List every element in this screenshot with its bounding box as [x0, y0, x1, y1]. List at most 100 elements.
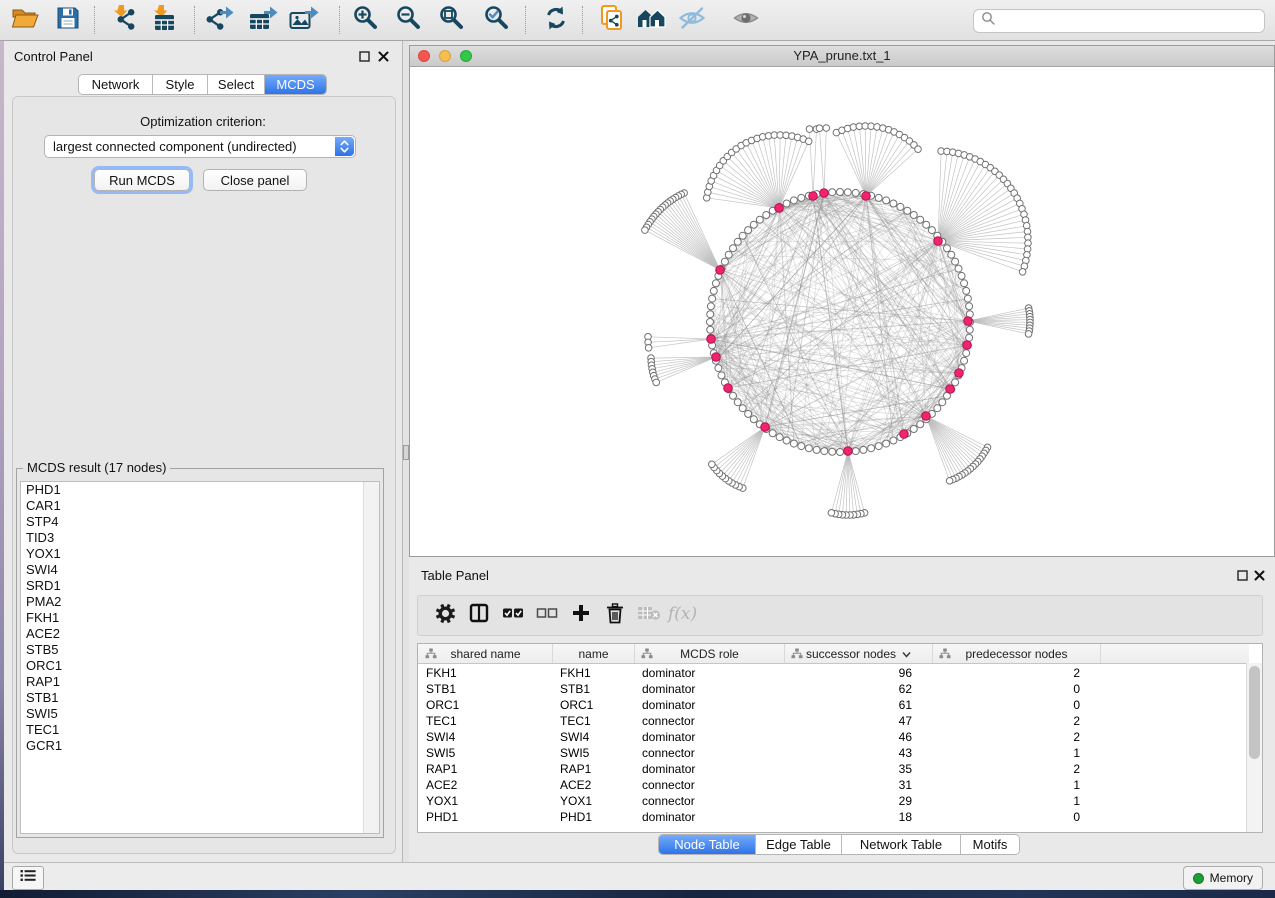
network-hub-node[interactable] [724, 384, 733, 393]
network-leaf-node[interactable] [653, 379, 660, 386]
network-hub-node[interactable] [707, 335, 716, 344]
export-image-button[interactable] [284, 3, 324, 37]
export-table-button[interactable] [244, 3, 284, 37]
network-svg[interactable] [410, 66, 1274, 556]
cell-name[interactable]: ACE2 [553, 777, 621, 793]
mcds-result-node[interactable]: YOX1 [21, 546, 379, 562]
cell-shared-name[interactable]: SWI5 [419, 745, 539, 761]
cell-MCDS-role[interactable]: dominator [635, 697, 771, 713]
mcds-result-node[interactable]: ACE2 [21, 626, 379, 642]
cell-successor-nodes[interactable]: 46 [785, 729, 919, 745]
network-node[interactable] [928, 227, 935, 234]
tab-network[interactable]: Network [79, 75, 153, 94]
cell-name[interactable]: TEC1 [553, 713, 621, 729]
mcds-result-node[interactable]: CAR1 [21, 498, 379, 514]
network-node[interactable] [776, 434, 783, 441]
network-node[interactable] [844, 189, 851, 196]
cell-name[interactable]: PHD1 [553, 809, 621, 825]
table-row-ACE2[interactable]: ACE2ACE2connector311 [418, 777, 1249, 793]
tab-style[interactable]: Style [153, 75, 208, 94]
network-node[interactable] [963, 287, 970, 294]
tab-edge-table[interactable]: Edge Table [756, 835, 842, 854]
cell-predecessor-nodes[interactable]: 0 [933, 697, 1087, 713]
network-hub-node[interactable] [934, 237, 943, 246]
column-header-successor-nodes[interactable]: successor nodes [785, 644, 933, 663]
cell-name[interactable]: SWI4 [553, 729, 621, 745]
network-node[interactable] [829, 189, 836, 196]
network-hub-node[interactable] [862, 192, 871, 201]
control-panel-float-button[interactable] [358, 50, 371, 63]
cell-shared-name[interactable]: TEC1 [419, 713, 539, 729]
cell-successor-nodes[interactable]: 29 [785, 793, 919, 809]
network-node[interactable] [750, 221, 757, 228]
hide-selected-button[interactable] [672, 3, 712, 37]
cell-predecessor-nodes[interactable]: 0 [933, 681, 1087, 697]
network-node[interactable] [734, 238, 741, 245]
network-hub-node[interactable] [963, 341, 972, 350]
network-node[interactable] [958, 272, 965, 279]
mcds-result-node[interactable]: STP4 [21, 514, 379, 530]
network-node[interactable] [961, 357, 968, 364]
zoom-selected-button[interactable] [476, 3, 516, 37]
network-node[interactable] [944, 245, 951, 252]
network-node[interactable] [707, 303, 714, 310]
network-hub-node[interactable] [809, 192, 818, 201]
cell-name[interactable]: YOX1 [553, 793, 621, 809]
optimization-criterion-select[interactable]: largest connected component (undirected) [44, 135, 356, 158]
tab-motifs[interactable]: Motifs [961, 835, 1019, 854]
network-node[interactable] [952, 379, 959, 386]
control-panel-close-button[interactable] [377, 50, 390, 63]
tab-network-table[interactable]: Network Table [842, 835, 961, 854]
network-node[interactable] [955, 265, 962, 272]
mcds-result-node[interactable]: PMA2 [21, 594, 379, 610]
network-hub-node[interactable] [820, 189, 829, 198]
show-all-button[interactable] [726, 3, 766, 37]
zoom-in-button[interactable] [345, 3, 385, 37]
network-leaf-node[interactable] [805, 138, 812, 145]
network-node[interactable] [707, 311, 714, 318]
network-node[interactable] [763, 212, 770, 219]
select-all-rows-button[interactable] [496, 600, 530, 632]
network-node[interactable] [917, 421, 924, 428]
network-node[interactable] [875, 194, 882, 201]
network-node[interactable] [966, 334, 973, 341]
network-node[interactable] [739, 232, 746, 239]
network-hub-node[interactable] [712, 353, 721, 362]
cell-predecessor-nodes[interactable]: 2 [933, 761, 1087, 777]
network-node[interactable] [910, 212, 917, 219]
network-node[interactable] [966, 326, 973, 333]
task-history-button[interactable] [12, 866, 44, 890]
mcds-result-node[interactable]: STB5 [21, 642, 379, 658]
cell-successor-nodes[interactable]: 96 [785, 665, 919, 681]
cell-name[interactable]: FKH1 [553, 665, 621, 681]
save-session-button[interactable] [48, 3, 88, 37]
mcds-result-node[interactable]: PHD1 [21, 482, 379, 498]
cell-successor-nodes[interactable]: 47 [785, 713, 919, 729]
column-header-shared-name[interactable]: shared name [419, 644, 553, 663]
cell-shared-name[interactable]: STB1 [419, 681, 539, 697]
mcds-result-node[interactable]: TID3 [21, 530, 379, 546]
tab-node-table[interactable]: Node Table [659, 835, 756, 854]
network-node[interactable] [883, 197, 890, 204]
network-node[interactable] [734, 399, 741, 406]
table-row-RAP1[interactable]: RAP1RAP1dominator352 [418, 761, 1249, 777]
cell-predecessor-nodes[interactable]: 1 [933, 777, 1087, 793]
network-node[interactable] [721, 258, 728, 265]
table-row-STB1[interactable]: STB1STB1dominator620 [418, 681, 1249, 697]
deselect-all-rows-button[interactable] [530, 600, 564, 632]
cell-shared-name[interactable]: YOX1 [419, 793, 539, 809]
network-node[interactable] [952, 258, 959, 265]
network-node[interactable] [837, 189, 844, 196]
network-node[interactable] [897, 203, 904, 210]
network-node[interactable] [715, 365, 722, 372]
cell-MCDS-role[interactable]: connector [635, 745, 771, 761]
close-panel-button[interactable]: Close panel [203, 169, 307, 191]
network-node[interactable] [798, 194, 805, 201]
cell-MCDS-role[interactable]: dominator [635, 729, 771, 745]
network-node[interactable] [923, 221, 930, 228]
network-node[interactable] [917, 216, 924, 223]
mcds-result-node[interactable]: SRD1 [21, 578, 379, 594]
network-hub-node[interactable] [775, 204, 784, 213]
cell-MCDS-role[interactable]: dominator [635, 681, 771, 697]
network-node[interactable] [961, 280, 968, 287]
